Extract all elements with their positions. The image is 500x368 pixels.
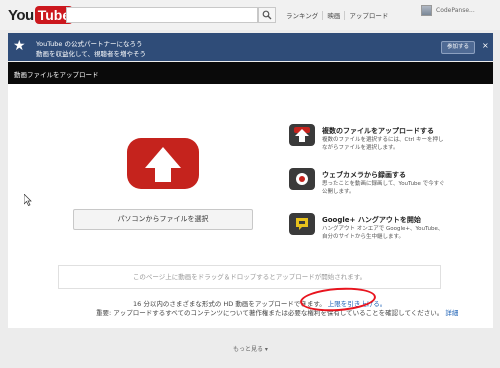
option-multiple-desc: 複数のファイルを選択するには、Ctrl キーを押しながらファイルを選択します。 bbox=[322, 137, 444, 151]
nav-divider bbox=[344, 10, 346, 20]
logo-you-text: You bbox=[8, 6, 34, 24]
top-header: You Tube ランキング 映画 アップロード CodePanse... bbox=[0, 0, 500, 30]
option-multiple-title[interactable]: 複数のファイルをアップロードする bbox=[322, 126, 434, 136]
nav-divider bbox=[322, 10, 324, 20]
star-icon: ★ bbox=[13, 38, 26, 54]
banner-subtitle: 動画を収益化して、視聴者を増やそう bbox=[36, 50, 146, 58]
avatar[interactable] bbox=[421, 5, 432, 16]
option-webcam-title[interactable]: ウェブカメラから録画する bbox=[322, 170, 406, 180]
option-hangout-desc: ハングアウト オンエアで Google+、YouTube、自分のサイトから生中継… bbox=[322, 226, 444, 240]
close-icon[interactable]: × bbox=[482, 42, 489, 50]
option-webcam-desc: 思ったことを動画に録画して、YouTube で今すぐ公開します。 bbox=[322, 181, 445, 195]
banner-title: YouTube の公式パートナーになろう bbox=[36, 40, 143, 48]
more-link[interactable]: もっと見る ▾ bbox=[233, 344, 268, 353]
copyright-text: 重要: アップロードするすべてのコンテンツについて著作権または必要な権利を保有し… bbox=[96, 309, 444, 317]
nav-upload[interactable]: アップロード bbox=[349, 10, 388, 20]
search-input[interactable] bbox=[66, 7, 258, 23]
nav-ranking[interactable]: ランキング bbox=[286, 10, 318, 20]
search-button[interactable] bbox=[258, 7, 276, 23]
small-upload-arrow bbox=[294, 127, 310, 142]
youtube-logo[interactable]: You Tube bbox=[8, 5, 74, 25]
select-file-button[interactable]: パソコンからファイルを選択 bbox=[73, 209, 253, 230]
hangout-bubble bbox=[296, 218, 308, 230]
upload-arrow-icon bbox=[289, 124, 315, 146]
option-hangout-title[interactable]: Google+ ハングアウトを開始 bbox=[322, 215, 421, 225]
details-link[interactable]: 詳細 bbox=[445, 309, 458, 317]
record-icon bbox=[289, 168, 315, 190]
username[interactable]: CodePanse... bbox=[436, 7, 494, 14]
upload-arrow-icon[interactable] bbox=[127, 138, 199, 189]
hangout-icon bbox=[289, 213, 315, 235]
search-icon bbox=[262, 10, 272, 20]
mouse-cursor-icon bbox=[24, 194, 32, 206]
top-nav: ランキング 映画 アップロード bbox=[286, 10, 388, 20]
copyright-notice: 重要: アップロードするすべてのコンテンツについて著作権または必要な権利を保有し… bbox=[96, 307, 458, 317]
panel-title: 動画ファイルをアップロード bbox=[14, 71, 99, 79]
up-arrow-shape bbox=[145, 147, 181, 182]
panel-header: 動画ファイルをアップロード bbox=[8, 62, 493, 84]
join-button[interactable]: 参加する bbox=[441, 41, 475, 54]
partner-banner: ★ YouTube の公式パートナーになろう 動画を収益化して、視聴者を増やそう… bbox=[8, 33, 493, 61]
drop-zone[interactable]: このページ上に動画をドラッグ＆ドロップするとアップロードが開始されます。 bbox=[58, 265, 441, 289]
nav-movies[interactable]: 映画 bbox=[327, 10, 340, 20]
record-dot bbox=[296, 173, 308, 185]
